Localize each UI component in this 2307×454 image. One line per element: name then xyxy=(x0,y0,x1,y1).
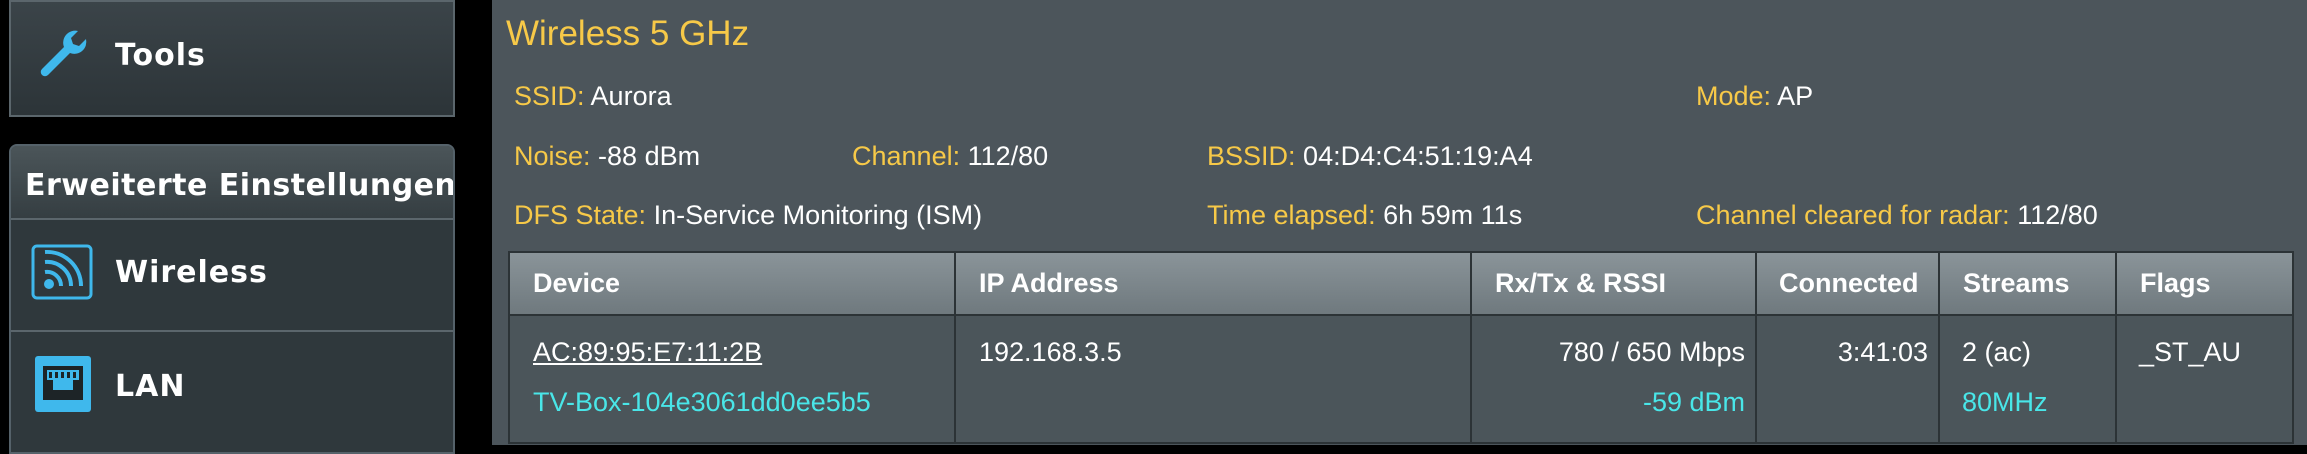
flags-value: _ST_AU xyxy=(2139,337,2242,367)
ip-cell: 192.168.3.5 xyxy=(956,316,1472,442)
mode-label: Mode: xyxy=(1696,81,1772,111)
ip-address: 192.168.3.5 xyxy=(979,337,1122,367)
noise-value: -88 dBm xyxy=(598,141,701,171)
streams-value: 2 (ac) xyxy=(1962,337,2032,367)
table-row: AC:89:95:E7:11:2B TV-Box-104e3061dd0ee5b… xyxy=(508,314,2294,444)
column-header-rxtx: Rx/Tx & RSSI xyxy=(1472,253,1757,314)
advanced-settings-panel: Erweiterte Einstellungen Wireless LAN xyxy=(9,144,455,454)
ssid-label: SSID: xyxy=(514,81,585,111)
wireless-log-panel: Wireless 5 GHz SSID: Aurora Mode: AP Noi… xyxy=(492,0,2307,445)
advanced-settings-title: Erweiterte Einstellungen xyxy=(25,168,455,203)
wrench-icon xyxy=(31,22,95,86)
column-header-connected: Connected xyxy=(1757,253,1940,314)
sidebar-item-tools[interactable]: Tools xyxy=(9,0,455,117)
sidebar-item-wireless[interactable]: Wireless xyxy=(11,218,453,330)
time-elapsed-value: 6h 59m 11s xyxy=(1383,200,1523,230)
client-table: Device IP Address Rx/Tx & RSSI Connected… xyxy=(508,251,2294,451)
device-mac-link[interactable]: AC:89:95:E7:11:2B xyxy=(533,337,762,368)
ssid-value: Aurora xyxy=(590,81,672,111)
column-header-ip: IP Address xyxy=(956,253,1472,314)
table-header: Device IP Address Rx/Tx & RSSI Connected… xyxy=(508,251,2294,316)
channel-value: 112/80 xyxy=(967,141,1049,171)
dfs-state-label: DFS State: xyxy=(514,200,647,230)
flags-cell: _ST_AU xyxy=(2117,316,2296,442)
column-header-streams: Streams xyxy=(1940,253,2117,314)
bssid-value: 04:D4:C4:51:19:A4 xyxy=(1303,141,1533,171)
dfs-state-value: In-Service Monitoring (ISM) xyxy=(653,200,983,230)
channel-info: Channel: 112/80 xyxy=(852,141,1048,172)
column-header-device: Device xyxy=(510,253,956,314)
mode-value: AP xyxy=(1777,81,1814,111)
channel-cleared-info: Channel cleared for radar: 112/80 xyxy=(1696,200,2098,231)
channel-cleared-label: Channel cleared for radar: xyxy=(1696,200,2010,230)
sidebar-item-label: Wireless xyxy=(115,255,268,290)
dfs-state-info: DFS State: In-Service Monitoring (ISM) xyxy=(514,200,982,231)
channel-label: Channel: xyxy=(852,141,961,171)
sidebar-item-lan[interactable]: LAN xyxy=(11,330,453,442)
bssid-label: BSSID: xyxy=(1207,141,1296,171)
sidebar-item-label: LAN xyxy=(115,369,186,404)
time-elapsed-info: Time elapsed: 6h 59m 11s xyxy=(1207,200,1522,231)
page-title: Wireless 5 GHz xyxy=(506,14,750,53)
column-header-flags: Flags xyxy=(2140,268,2211,298)
bssid-info: BSSID: 04:D4:C4:51:19:A4 xyxy=(1207,141,1533,172)
advanced-settings-header: Erweiterte Einstellungen xyxy=(11,146,453,218)
connected-time: 3:41:03 xyxy=(1837,337,1928,367)
noise-info: Noise: -88 dBm xyxy=(514,141,700,172)
sidebar: Tools Erweiterte Einstellungen Wireless xyxy=(0,0,470,454)
streams-cell: 2 (ac) 80MHz xyxy=(1940,316,2117,442)
bandwidth-value: 80MHz xyxy=(1962,387,2048,417)
channel-cleared-value: 112/80 xyxy=(2017,200,2098,230)
lan-port-icon xyxy=(31,352,95,416)
device-hostname: TV-Box-104e3061dd0ee5b5 xyxy=(533,387,871,417)
connected-cell: 3:41:03 xyxy=(1757,316,1940,442)
noise-label: Noise: xyxy=(514,141,591,171)
sidebar-item-label: Tools xyxy=(115,38,206,73)
ssid-info: SSID: Aurora xyxy=(514,81,672,112)
wireless-router-icon xyxy=(31,240,95,304)
device-cell: AC:89:95:E7:11:2B TV-Box-104e3061dd0ee5b… xyxy=(510,316,956,442)
rssi-value: -59 dBm xyxy=(1642,387,1745,417)
rxtx-rate: 780 / 650 Mbps xyxy=(1558,337,1745,367)
mode-info: Mode: AP xyxy=(1696,81,1813,112)
time-elapsed-label: Time elapsed: xyxy=(1207,200,1376,230)
rxtx-cell: 780 / 650 Mbps -59 dBm xyxy=(1472,316,1757,442)
